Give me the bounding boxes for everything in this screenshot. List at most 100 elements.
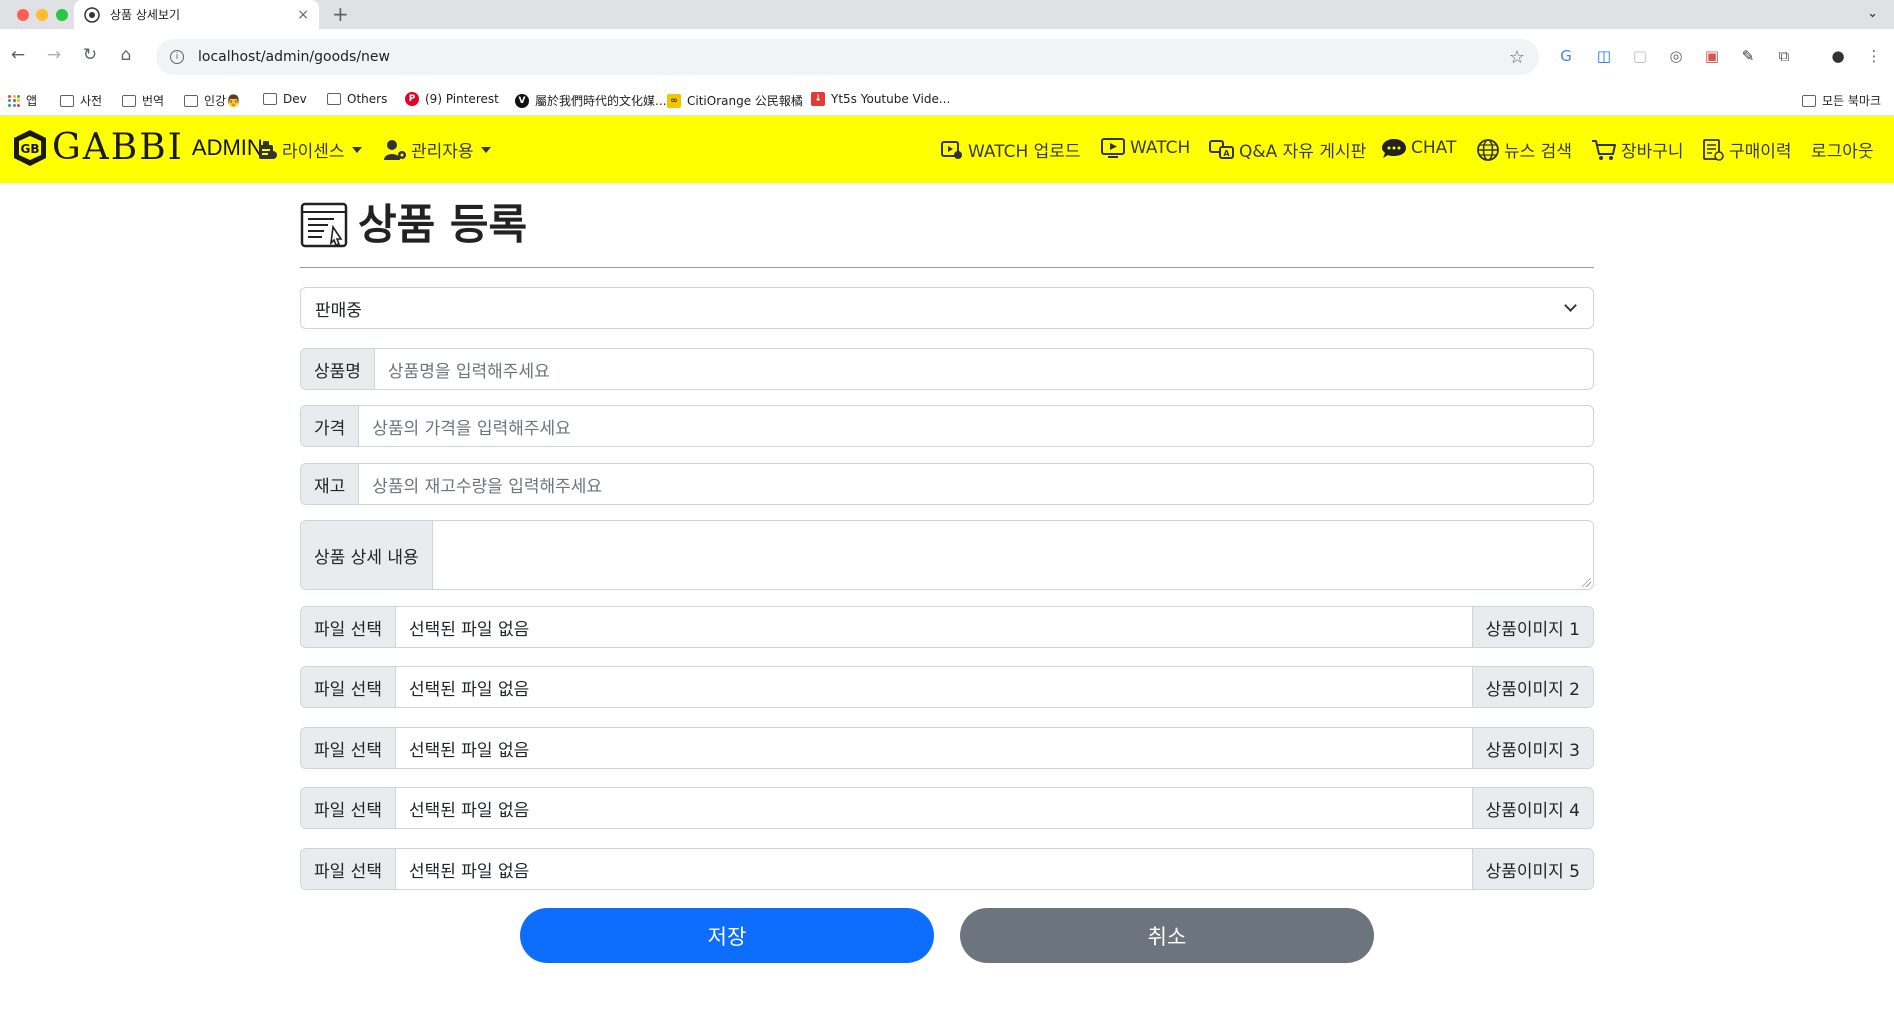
- bookmark-star-icon[interactable]: ☆: [1509, 47, 1525, 68]
- nav-label: CHAT: [1411, 138, 1457, 158]
- file-select-button[interactable]: 파일 선택: [301, 788, 396, 828]
- profile-avatar-icon[interactable]: ●: [1828, 46, 1848, 66]
- file-select-button[interactable]: 파일 선택: [301, 667, 396, 707]
- cancel-button[interactable]: 취소: [960, 908, 1374, 963]
- file-name-display[interactable]: 선택된 파일 없음: [396, 667, 1472, 707]
- bookmark-label: 앱: [26, 94, 38, 108]
- nav-qa-board[interactable]: A Q&A 자유 게시판: [1209, 137, 1366, 162]
- nav-logout[interactable]: 로그아웃: [1811, 137, 1874, 162]
- bookmark-pinterest[interactable]: P (9) Pinterest: [405, 92, 499, 106]
- folder-icon: [263, 93, 277, 105]
- citiorange-icon: ∞: [667, 93, 681, 108]
- nav-label: 구매이력: [1729, 142, 1792, 162]
- translate-extension-icon[interactable]: G: [1556, 46, 1576, 66]
- eyedropper-extension-icon[interactable]: ✎: [1738, 46, 1758, 66]
- bookmark-label: Yt5s Youtube Vide...: [831, 92, 951, 106]
- bookmark-apps[interactable]: 앱: [8, 92, 37, 109]
- nav-license-dropdown[interactable]: 라이센스: [256, 137, 362, 162]
- folder-icon: [184, 94, 198, 107]
- bookmark-folder-translate[interactable]: 번역: [122, 92, 164, 109]
- folder-icon: [327, 93, 341, 105]
- goods-form-container: 상품 등록 판매중 상품명 상품명을 입력해주세요 가격 상품의 가격을 입력해…: [300, 183, 1594, 963]
- bookmark-folder-dictionary[interactable]: 사전: [60, 92, 102, 109]
- resize-handle-icon[interactable]: [1582, 578, 1591, 587]
- bookmark-label: 모든 북마크: [1822, 94, 1882, 108]
- bookmark-all-bookmarks[interactable]: 모든 북마크: [1802, 92, 1881, 109]
- extension-placeholder-icon[interactable]: ▢: [1630, 46, 1650, 66]
- tab-title: 상품 상세보기: [110, 8, 181, 22]
- extension-screen-icon[interactable]: ▣: [1702, 46, 1722, 66]
- yt5s-icon: ↓: [811, 92, 825, 106]
- nav-label: 로그아웃: [1811, 142, 1874, 162]
- nav-watch-upload[interactable]: WATCH 업로드: [940, 137, 1081, 162]
- file-select-button[interactable]: 파일 선택: [301, 607, 396, 647]
- bookmark-folder-lectures[interactable]: 인강👨: [184, 92, 241, 109]
- stock-group: 재고 상품의 재고수량을 입력해주세요: [300, 463, 1594, 505]
- maximize-window-button[interactable]: [56, 9, 68, 21]
- back-icon[interactable]: ←: [6, 43, 30, 67]
- folder-icon: [60, 94, 74, 107]
- new-tab-button[interactable]: +: [332, 3, 349, 25]
- file-select-button[interactable]: 파일 선택: [301, 849, 396, 889]
- nav-watch[interactable]: WATCH: [1100, 137, 1190, 159]
- detail-textarea[interactable]: [433, 521, 1593, 589]
- bookmark-folder-others[interactable]: Others: [327, 92, 387, 106]
- brand-home-link[interactable]: GB GABBI ADMIN: [10, 128, 263, 168]
- bookmark-label: Dev: [283, 92, 307, 106]
- file-name-display[interactable]: 선택된 파일 없음: [396, 849, 1472, 889]
- extension-circle-icon[interactable]: ◎: [1666, 46, 1686, 66]
- bookmark-folder-dev[interactable]: Dev: [263, 92, 307, 106]
- nav-purchase-history[interactable]: 구매이력: [1701, 137, 1792, 162]
- page-title: 상품 등록: [358, 200, 528, 249]
- product-name-label: 상품명: [301, 349, 375, 389]
- close-window-button[interactable]: [17, 9, 29, 21]
- price-input[interactable]: 상품의 가격을 입력해주세요: [359, 406, 1593, 446]
- bookmark-label: 번역: [142, 94, 165, 108]
- bookmark-label: 인강👨: [204, 94, 242, 108]
- browser-tabstrip: 상품 상세보기 × + ⌄: [0, 0, 1894, 29]
- analytics-extension-icon[interactable]: ◫: [1594, 46, 1614, 66]
- site-info-icon[interactable]: i: [170, 50, 184, 64]
- file-name-display[interactable]: 선택된 파일 없음: [396, 788, 1472, 828]
- bookmark-culture-media[interactable]: V 屬於我們時代的文化媒...: [515, 92, 666, 109]
- nav-label: Q&A 자유 게시판: [1239, 142, 1367, 162]
- minimize-window-button[interactable]: [36, 9, 48, 21]
- nav-news-search[interactable]: 뉴스 검색: [1476, 137, 1572, 162]
- extensions-puzzle-icon[interactable]: ⧉: [1774, 46, 1794, 66]
- file-name-display[interactable]: 선택된 파일 없음: [396, 728, 1472, 768]
- sale-status-select[interactable]: 판매중: [300, 287, 1594, 329]
- detail-label: 상품 상세 내용: [301, 521, 433, 589]
- tab-search-button[interactable]: ⌄: [1867, 6, 1878, 21]
- save-button[interactable]: 저장: [520, 908, 934, 963]
- nav-label: 장바구니: [1621, 142, 1684, 162]
- product-name-input[interactable]: 상품명을 입력해주세요: [375, 349, 1593, 389]
- brand-admin-label: ADMIN: [191, 135, 263, 160]
- svg-text:A: A: [1223, 149, 1230, 158]
- receipt-icon: [1703, 138, 1724, 161]
- bookmark-yt5s[interactable]: ↓ Yt5s Youtube Vide...: [811, 92, 950, 106]
- forward-icon[interactable]: →: [42, 43, 66, 67]
- caret-down-icon: [351, 146, 362, 153]
- file-name-display[interactable]: 선택된 파일 없음: [396, 607, 1472, 647]
- nav-admin-dropdown[interactable]: 관리자용: [383, 137, 491, 162]
- nav-label: WATCH: [1130, 138, 1191, 158]
- nav-label: 뉴스 검색: [1504, 142, 1572, 162]
- qa-board-icon: A: [1209, 139, 1234, 159]
- file-select-button[interactable]: 파일 선택: [301, 728, 396, 768]
- stock-input[interactable]: 상품의 재고수량을 입력해주세요: [359, 464, 1593, 504]
- v-logo-icon: V: [515, 93, 529, 108]
- reload-icon[interactable]: ↻: [78, 43, 102, 67]
- close-tab-icon[interactable]: ×: [297, 7, 309, 23]
- image-slot-label: 상품이미지 4: [1471, 788, 1593, 828]
- bookmark-citiorange[interactable]: ∞ CitiOrange 公民報橘: [667, 92, 803, 109]
- browser-tab[interactable]: 상품 상세보기 ×: [74, 0, 319, 29]
- pinterest-icon: P: [405, 92, 419, 106]
- image-file-group-3: 파일 선택 선택된 파일 없음 상품이미지 3: [300, 727, 1594, 769]
- detail-group: 상품 상세 내용: [300, 520, 1594, 590]
- home-icon[interactable]: ⌂: [114, 43, 138, 67]
- nav-cart[interactable]: 장바구니: [1591, 137, 1684, 162]
- address-bar[interactable]: i localhost/admin/goods/new ☆: [156, 39, 1539, 75]
- image-file-group-2: 파일 선택 선택된 파일 없음 상품이미지 2: [300, 666, 1594, 708]
- nav-chat[interactable]: CHAT: [1381, 137, 1456, 159]
- browser-menu-icon[interactable]: ⋮: [1864, 46, 1884, 66]
